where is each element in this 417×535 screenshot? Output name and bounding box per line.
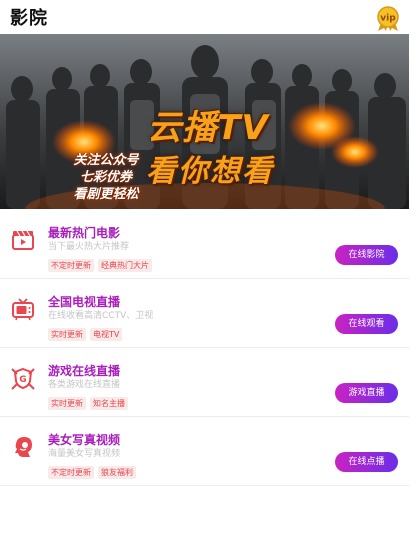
tag: 经典热门大片 — [98, 259, 152, 272]
banner-side-text: 关注公众号 七彩优券 看剧更轻松 — [60, 152, 152, 203]
tv-icon — [10, 296, 36, 322]
tag: 实时更新 — [48, 397, 86, 410]
banner-side-line: 七彩优券 — [79, 170, 132, 185]
item-tags: 不定时更新 狼友福利 — [48, 460, 140, 479]
vip-badge-icon[interactable]: vip — [375, 6, 401, 32]
watch-movies-button[interactable]: 在线影院 — [335, 245, 398, 265]
list-item-tv[interactable]: 全国电视直播 在线收看高清CCTV、卫视 实时更新 电视TV 在线观看 — [0, 279, 409, 348]
film-clapper-icon — [10, 227, 36, 253]
item-description: 各类游戏在线直播 — [48, 380, 121, 390]
tag: 不定时更新 — [48, 466, 94, 479]
item-description: 在线收看高清CCTV、卫视 — [48, 311, 154, 321]
page-title: 影院 — [10, 8, 48, 29]
vip-label: vip — [380, 14, 396, 24]
tag: 不定时更新 — [48, 259, 94, 272]
watch-tv-button[interactable]: 在线观看 — [335, 314, 398, 334]
list-item-games[interactable]: G 游戏在线直播 各类游戏在线直播 实时更新 知名主播 游戏直播 — [0, 348, 409, 417]
watch-games-button[interactable]: 游戏直播 — [335, 383, 398, 403]
tag: 电视TV — [90, 328, 123, 341]
banner-side-line: 关注公众号 — [73, 153, 139, 168]
woman-profile-icon — [10, 434, 36, 460]
list-item-videos[interactable]: 美女写真视频 海量美女写真视频 不定时更新 狼友福利 在线点播 — [0, 417, 409, 486]
item-tags: 不定时更新 经典热门大片 — [48, 253, 156, 272]
list-item-movies[interactable]: 最新热门电影 当下最火热大片推荐 不定时更新 经典热门大片 在线影院 — [0, 210, 409, 279]
item-tags: 实时更新 电视TV — [48, 322, 126, 341]
tag: 狼友福利 — [98, 466, 136, 479]
svg-text:G: G — [19, 375, 26, 385]
watch-videos-button[interactable]: 在线点播 — [335, 452, 398, 472]
game-shield-icon: G — [10, 365, 36, 391]
tag: 知名主播 — [90, 397, 128, 410]
item-tags: 实时更新 知名主播 — [48, 391, 132, 410]
top-bar: 影院 vip — [0, 0, 417, 34]
category-list: 最新热门电影 当下最火热大片推荐 不定时更新 经典热门大片 在线影院 全国电视直播… — [0, 210, 409, 486]
item-description: 海量美女写真视频 — [48, 449, 121, 459]
tag: 实时更新 — [48, 328, 86, 341]
promo-banner[interactable]: 云播TV 关注公众号 七彩优券 看剧更轻松 看你想看 — [0, 34, 409, 209]
banner-side-line: 看剧更轻松 — [73, 187, 139, 202]
banner-slogan: 看你想看 — [146, 154, 274, 189]
item-description: 当下最火热大片推荐 — [48, 242, 130, 252]
banner-title: 云播TV — [147, 108, 269, 148]
